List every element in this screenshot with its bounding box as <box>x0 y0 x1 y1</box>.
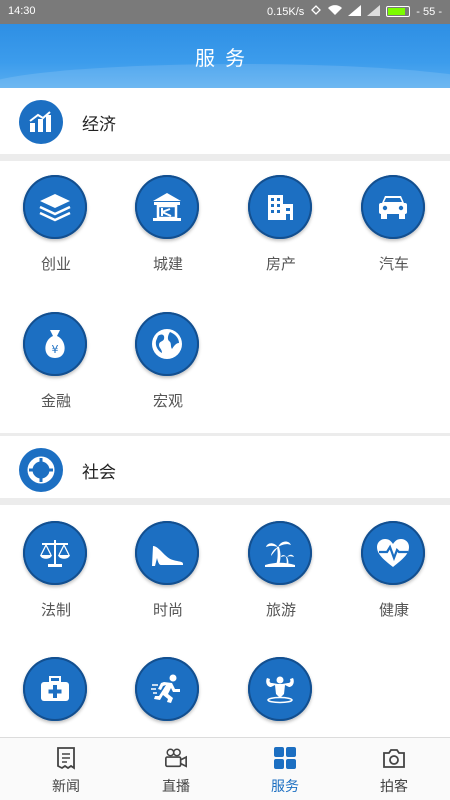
palm-tree-icon <box>248 521 312 585</box>
service-item-fazhi[interactable]: 法制 <box>0 521 112 641</box>
building-frame-icon <box>135 175 199 239</box>
grid-icon <box>273 746 297 770</box>
signal-icon <box>348 4 362 19</box>
service-item-chengjian[interactable]: 城建 <box>112 175 224 295</box>
status-bar: 14:30 0.15K/s - 55 - <box>0 0 450 24</box>
battery-icon <box>386 6 411 17</box>
section-header-society[interactable]: 社会 <box>0 436 450 502</box>
network-speed: 0.15K/s <box>266 5 305 18</box>
tab-label: 新闻 <box>52 779 80 795</box>
service-item-hongguan[interactable]: 宏观 <box>112 312 224 432</box>
service-item-fangchan[interactable]: 房产 <box>225 175 337 295</box>
service-label: 宏观 <box>152 392 183 410</box>
page-title: 服务 <box>195 46 255 70</box>
service-label: 创业 <box>40 255 71 273</box>
section-title: 经济 <box>82 115 116 135</box>
wifi-icon <box>328 4 343 19</box>
service-item-lvyou[interactable]: 旅游 <box>225 521 337 641</box>
tab-news[interactable]: 新闻 <box>10 738 122 800</box>
service-label: 法制 <box>40 601 71 619</box>
status-time: 14:30 <box>8 5 36 17</box>
service-label: 金融 <box>40 392 71 410</box>
bottom-tab-bar: 新闻 直播 服务 拍客 <box>0 737 450 800</box>
tab-label: 直播 <box>162 779 190 795</box>
section-title: 社会 <box>82 463 116 483</box>
tab-services[interactable]: 服务 <box>229 738 341 800</box>
section-header-economy[interactable]: 经济 <box>0 88 450 154</box>
service-item-qiche[interactable]: 汽车 <box>338 175 450 295</box>
service-item-jinrong[interactable]: ¥ 金融 <box>0 312 112 432</box>
lifebuoy-icon <box>19 448 63 492</box>
bodybuilder-icon <box>248 657 312 721</box>
signal-icon-2 <box>367 4 381 19</box>
battery-level: - 55 - <box>416 5 442 18</box>
first-aid-kit-icon <box>23 657 87 721</box>
high-heel-icon <box>135 521 199 585</box>
tab-label: 拍客 <box>380 779 408 795</box>
status-indicators: 0.15K/s - 55 - <box>267 4 442 19</box>
svg-text:¥: ¥ <box>52 343 59 356</box>
app-header: 服务 <box>0 24 450 88</box>
bar-chart-icon <box>19 100 63 144</box>
camera-icon <box>382 746 406 770</box>
video-camera-icon <box>164 746 188 770</box>
service-label: 房产 <box>265 255 296 273</box>
car-icon <box>361 175 425 239</box>
news-icon <box>54 746 78 770</box>
section-divider <box>0 498 450 505</box>
service-label: 旅游 <box>265 601 296 619</box>
apartment-icon <box>248 175 312 239</box>
money-bag-icon: ¥ <box>23 312 87 376</box>
service-label: 汽车 <box>378 255 409 273</box>
tab-live[interactable]: 直播 <box>120 738 232 800</box>
service-label: 城建 <box>152 255 183 273</box>
runner-icon <box>135 657 199 721</box>
notification-icon <box>310 4 322 19</box>
service-label: 健康 <box>378 601 409 619</box>
service-item-shishang[interactable]: 时尚 <box>112 521 224 641</box>
scales-icon <box>23 521 87 585</box>
section-divider <box>0 154 450 161</box>
tab-paike[interactable]: 拍客 <box>338 738 450 800</box>
service-item-jiankang[interactable]: 健康 <box>338 521 450 641</box>
tab-label: 服务 <box>271 779 299 795</box>
heart-pulse-icon <box>361 521 425 585</box>
service-label: 时尚 <box>152 601 183 619</box>
globe-icon <box>135 312 199 376</box>
service-item-chuangye[interactable]: 创业 <box>0 175 112 295</box>
layers-icon <box>23 175 87 239</box>
